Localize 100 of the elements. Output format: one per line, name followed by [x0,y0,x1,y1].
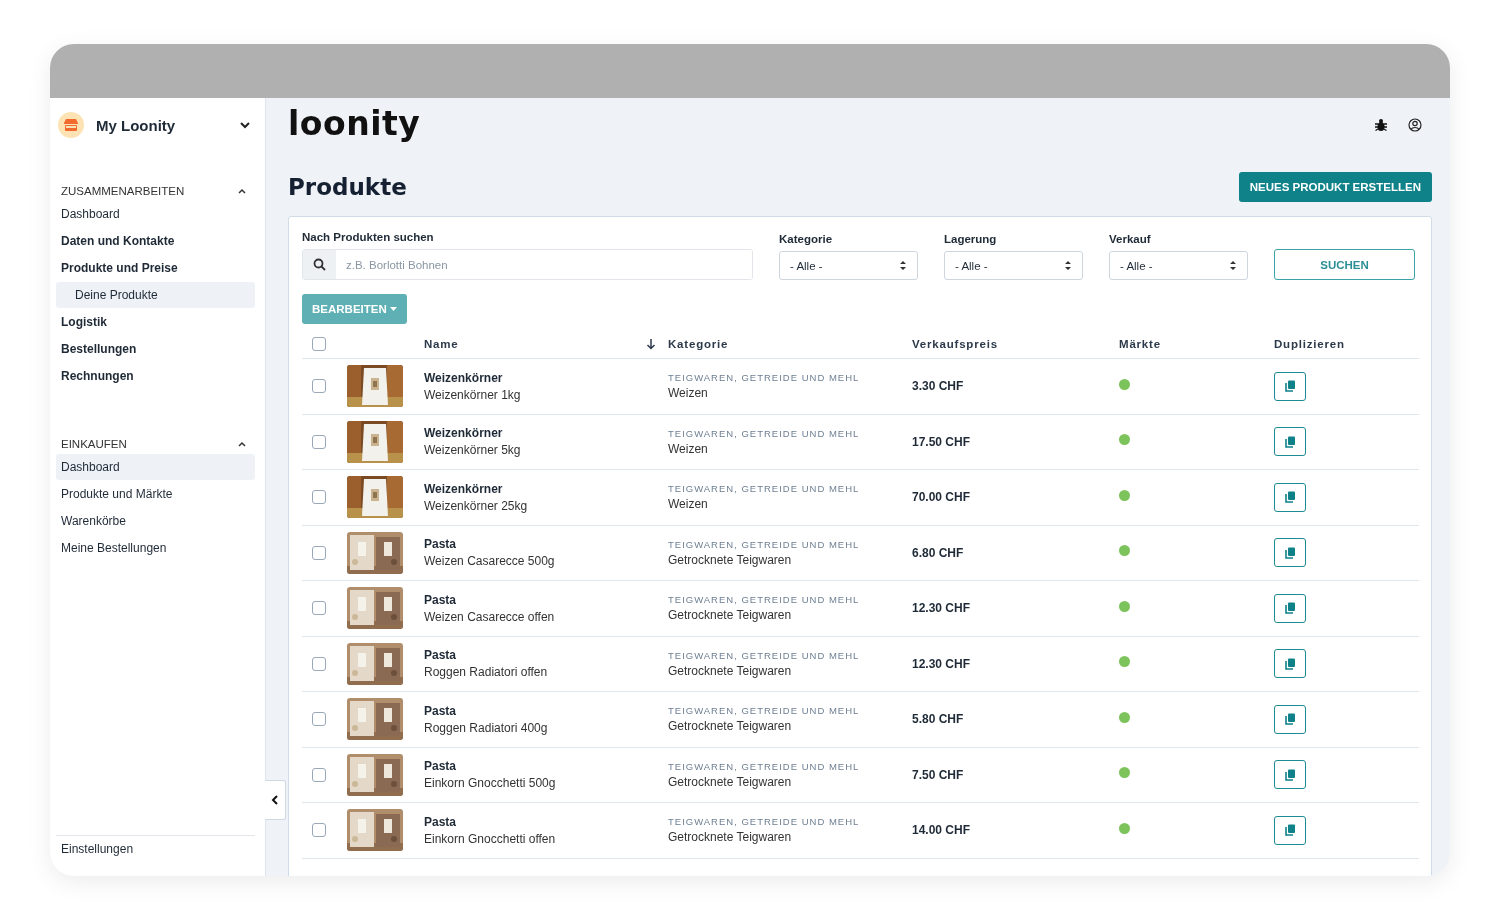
column-header[interactable]: Duplizieren [1274,338,1345,350]
search-button[interactable]: SUCHEN [1274,249,1415,280]
sidebar-item[interactable]: Rechnungen [56,363,255,389]
copy-icon [1284,602,1296,615]
copy-icon [1284,824,1296,837]
bug-icon[interactable] [1374,118,1388,132]
product-name[interactable]: Pasta [424,648,548,663]
product-name[interactable]: Pasta [424,814,556,829]
duplicate-button[interactable] [1274,704,1306,734]
price-text: 12.30 CHF [912,656,971,671]
select-field[interactable]: - Alle - [779,251,918,280]
sort-down-icon[interactable] [646,338,656,350]
price-text: 12.30 CHF [912,601,971,616]
sidebar-item[interactable]: Bestellungen [56,336,255,362]
duplicate-button[interactable] [1274,482,1306,512]
product-variant: Einkorn Gnocchetti 500g [424,776,556,791]
product-name[interactable]: Pasta [424,703,548,718]
product-variant: Weizenkörner 25kg [424,498,528,513]
subcategory-text: Getrocknete Teigwaren [668,774,793,789]
price-text: 3.30 CHF [912,379,964,394]
price-text: 6.80 CHF [912,545,964,560]
row-checkbox[interactable] [312,379,326,394]
subcategory-text: Getrocknete Teigwaren [668,719,793,734]
select-all-checkbox[interactable] [312,337,326,351]
product-variant: Weizen Casarecce offen [424,609,555,624]
product-name[interactable]: Weizenkörner [424,426,521,441]
row-checkbox[interactable] [312,601,326,616]
sort-arrows-icon [899,260,907,271]
chevron-down-icon[interactable] [239,119,251,131]
row-checkbox[interactable] [312,545,326,560]
subcategory-text: Getrocknete Teigwaren [668,830,793,845]
product-name[interactable]: Pasta [424,759,556,774]
chevron-up-icon[interactable] [237,439,247,449]
price-text: 5.80 CHF [912,712,964,727]
subcategory-text: Weizen [668,386,709,401]
price-text: 14.00 CHF [912,823,971,838]
search-icon [313,258,326,271]
column-header[interactable]: Märkte [1119,338,1161,350]
sidebar-item[interactable]: Produkte und Preise [56,255,255,281]
sidebar-item[interactable]: Daten und Kontakte [56,228,255,254]
select-field[interactable]: - Alle - [944,251,1083,280]
duplicate-button[interactable] [1274,760,1306,790]
sidebar-item[interactable]: Produkte und Märkte [56,481,255,507]
logo[interactable]: loonity [288,103,1374,143]
product-variant: Weizen Casarecce 500g [424,554,555,569]
price-text: 7.50 CHF [912,767,964,782]
category-text: TEIGWAREN, GETREIDE UND MEHL [668,372,860,384]
product-variant: Roggen Radiatori 400g [424,720,548,735]
category-text: TEIGWAREN, GETREIDE UND MEHL [668,483,860,495]
sidebar-item[interactable]: Logistik [56,309,255,335]
product-name[interactable]: Pasta [424,537,555,552]
duplicate-button[interactable] [1274,371,1306,401]
product-name[interactable]: Weizenkörner [424,481,528,496]
category-text: TEIGWAREN, GETREIDE UND MEHL [668,816,860,828]
field-label: Kategorie [779,233,834,245]
product-variant: Einkorn Gnocchetti offen [424,831,556,846]
row-checkbox[interactable] [312,823,326,838]
copy-icon [1284,768,1296,781]
category-text: TEIGWAREN, GETREIDE UND MEHL [668,705,860,717]
sidebar-item[interactable]: Meine Bestellungen [56,535,255,561]
sort-arrows-icon [1064,260,1072,271]
product-variant: Roggen Radiatori offen [424,665,548,680]
sidebar-item[interactable]: Warenkörbe [56,508,255,534]
copy-icon [1284,713,1296,726]
subcategory-text: Getrocknete Teigwaren [668,552,793,567]
sidebar-item[interactable]: Dashboard [56,454,255,480]
price-text: 17.50 CHF [912,434,971,449]
duplicate-button[interactable] [1274,427,1306,457]
copy-icon [1284,435,1296,448]
workspace-name[interactable]: My Loonity [96,116,239,134]
select-field[interactable]: - Alle - [1109,251,1248,280]
collapse-sidebar-button[interactable] [265,780,286,820]
duplicate-button[interactable] [1274,538,1306,568]
column-header[interactable]: Verkaufspreis [912,338,998,350]
user-icon[interactable] [1408,118,1422,132]
duplicate-button[interactable] [1274,649,1306,679]
sidebar-item[interactable]: Deine Produkte [56,282,255,308]
settings-link[interactable]: Einstellungen [56,835,255,876]
column-header[interactable]: Name [424,338,459,350]
row-checkbox[interactable] [312,712,326,727]
duplicate-button[interactable] [1274,593,1306,623]
product-variant: Weizenkörner 1kg [424,387,521,402]
row-checkbox[interactable] [312,434,326,449]
caret-icon [389,306,397,312]
product-name[interactable]: Pasta [424,592,555,607]
row-checkbox[interactable] [312,490,326,505]
product-name[interactable]: Weizenkörner [424,370,521,385]
sort-arrows-icon [1229,260,1237,271]
chevron-up-icon[interactable] [237,186,247,196]
chevron-left-icon [270,794,280,806]
copy-icon [1284,491,1296,504]
subcategory-text: Weizen [668,441,709,456]
row-checkbox[interactable] [312,656,326,671]
column-header[interactable]: Kategorie [668,338,729,350]
sidebar-item[interactable]: Dashboard [56,201,255,227]
search-field[interactable]: z.B. Borlotti Bohnen [302,249,753,280]
create-product-button[interactable]: NEUES PRODUKT ERSTELLEN [1238,172,1432,202]
shop-icon [63,118,79,132]
row-checkbox[interactable] [312,767,326,782]
duplicate-button[interactable] [1274,815,1306,845]
